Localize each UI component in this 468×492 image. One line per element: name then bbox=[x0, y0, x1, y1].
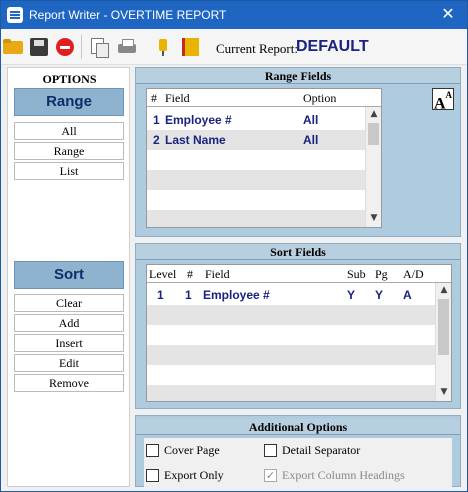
range-col-field: Field bbox=[165, 91, 190, 105]
scroll-thumb[interactable] bbox=[368, 123, 379, 145]
scroll-thumb[interactable] bbox=[438, 299, 449, 355]
scroll-up-icon[interactable]: ▲ bbox=[366, 107, 381, 121]
range-fields-grid: # Field Option 1 Employee # All 2 Last N… bbox=[146, 88, 382, 228]
report-writer-window: Report Writer - OVERTIME REPORT ✕ Curren… bbox=[0, 0, 468, 492]
checkbox-box[interactable] bbox=[146, 444, 159, 457]
sort-row-field: Employee # bbox=[203, 288, 270, 302]
range-grid-header: # Field Option bbox=[147, 89, 381, 107]
table-row[interactable] bbox=[147, 345, 435, 365]
app-icon bbox=[7, 7, 23, 23]
table-row[interactable] bbox=[147, 305, 435, 325]
sort-col-level: Level bbox=[149, 267, 177, 281]
title-bar: Report Writer - OVERTIME REPORT ✕ bbox=[1, 1, 467, 29]
checkbox-box[interactable] bbox=[264, 444, 277, 457]
range-row-field: Employee # bbox=[165, 113, 232, 127]
sort-edit-button[interactable]: Edit bbox=[14, 354, 124, 372]
range-row-option: All bbox=[303, 113, 319, 127]
sort-scrollbar[interactable]: ▲ ▼ bbox=[435, 283, 451, 401]
table-row[interactable] bbox=[147, 150, 365, 170]
book-icon[interactable] bbox=[179, 37, 199, 57]
current-report-label: Current Report: bbox=[216, 41, 298, 56]
sort-fields-grid: Level # Field Sub Pg A/D 1 1 Employee # … bbox=[146, 264, 452, 402]
table-row[interactable]: 2 Last Name All bbox=[147, 130, 365, 150]
additional-options-title: Additional Options bbox=[136, 419, 460, 435]
sort-grid-header: Level # Field Sub Pg A/D bbox=[147, 265, 451, 283]
table-row[interactable] bbox=[147, 210, 365, 227]
sort-col-field: Field bbox=[205, 267, 230, 281]
sort-insert-button[interactable]: Insert bbox=[14, 334, 124, 352]
font-button[interactable]: AA bbox=[432, 88, 454, 113]
scroll-down-icon[interactable]: ▼ bbox=[366, 211, 381, 225]
toolbar-separator bbox=[81, 35, 82, 59]
table-row[interactable] bbox=[147, 170, 365, 190]
sort-col-pg: Pg bbox=[375, 267, 388, 281]
export-column-headings-label: Export Column Headings bbox=[282, 468, 405, 482]
window-title: Report Writer - OVERTIME REPORT bbox=[29, 8, 227, 22]
sort-fields-panel: Sort Fields Level # Field Sub Pg A/D 1 1… bbox=[135, 243, 461, 409]
sort-row-ad: A bbox=[403, 288, 412, 302]
range-all-button[interactable]: All bbox=[14, 122, 124, 140]
range-fields-title: Range Fields bbox=[136, 68, 460, 84]
toolbar: Current Report: DEFAULT bbox=[1, 29, 467, 65]
options-title: OPTIONS bbox=[42, 72, 97, 86]
save-disk-icon[interactable] bbox=[29, 37, 49, 57]
sort-col-sub: Sub bbox=[347, 267, 366, 281]
sort-row-pg: Y bbox=[375, 288, 384, 302]
sort-col-num: # bbox=[187, 267, 193, 281]
scroll-up-icon[interactable]: ▲ bbox=[436, 283, 451, 297]
table-row[interactable] bbox=[147, 385, 435, 401]
stop-icon[interactable] bbox=[55, 37, 75, 57]
font-icon: A bbox=[433, 95, 446, 113]
sort-row-level: 1 bbox=[157, 288, 164, 302]
sort-fields-title: Sort Fields bbox=[136, 244, 460, 260]
current-report-value: DEFAULT bbox=[296, 38, 369, 55]
range-fields-panel: Range Fields # Field Option 1 Employee #… bbox=[135, 67, 461, 237]
range-row-num: 2 bbox=[153, 133, 160, 147]
table-row[interactable] bbox=[147, 325, 435, 345]
range-scrollbar[interactable]: ▲ ▼ bbox=[365, 107, 381, 227]
sort-row-sub: Y bbox=[347, 288, 356, 302]
checkmark-icon[interactable]: ✓ bbox=[264, 469, 277, 482]
range-range-button[interactable]: Range bbox=[14, 142, 124, 160]
sort-add-button[interactable]: Add bbox=[14, 314, 124, 332]
plugin-icon[interactable] bbox=[153, 37, 173, 57]
sort-row-num: 1 bbox=[185, 288, 192, 302]
additional-options-panel: Additional Options Cover Page Detail Sep… bbox=[135, 415, 461, 490]
range-list-button[interactable]: List bbox=[14, 162, 124, 180]
export-only-label: Export Only bbox=[164, 468, 224, 482]
scroll-down-icon[interactable]: ▼ bbox=[436, 385, 451, 399]
cover-page-label: Cover Page bbox=[164, 443, 220, 457]
range-row-num: 1 bbox=[153, 113, 160, 127]
range-col-option: Option bbox=[303, 91, 337, 105]
range-col-num: # bbox=[151, 91, 157, 105]
sort-remove-button[interactable]: Remove bbox=[14, 374, 124, 392]
sort-button[interactable]: Sort bbox=[14, 261, 124, 289]
options-panel: OPTIONS Range All Range List Sort Clear … bbox=[7, 67, 130, 487]
range-row-field: Last Name bbox=[165, 133, 226, 147]
table-row[interactable] bbox=[147, 190, 365, 210]
sort-clear-button[interactable]: Clear bbox=[14, 294, 124, 312]
checkbox-box[interactable] bbox=[146, 469, 159, 482]
detail-separator-label: Detail Separator bbox=[282, 443, 361, 457]
sort-col-ad: A/D bbox=[403, 267, 424, 281]
table-row[interactable]: 1 Employee # All bbox=[147, 110, 365, 130]
additional-options-area: Cover Page Detail Separator Export Only … bbox=[144, 438, 452, 490]
range-row-option: All bbox=[303, 133, 319, 147]
copy-icon[interactable] bbox=[89, 37, 109, 58]
print-icon[interactable] bbox=[117, 37, 137, 57]
range-button[interactable]: Range bbox=[14, 88, 124, 116]
table-row[interactable]: 1 1 Employee # Y Y A bbox=[147, 285, 435, 305]
table-row[interactable] bbox=[147, 365, 435, 385]
open-folder-icon[interactable] bbox=[3, 37, 23, 57]
close-icon[interactable]: ✕ bbox=[439, 5, 457, 23]
